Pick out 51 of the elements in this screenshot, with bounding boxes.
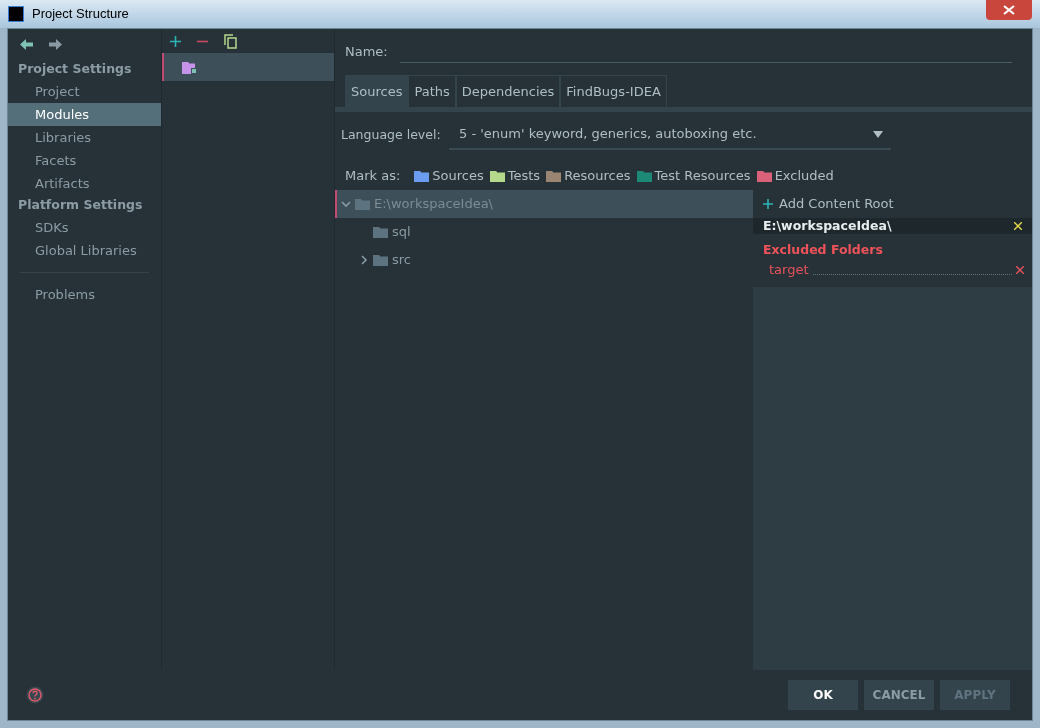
dialog-button[interactable]: OK [788,680,858,710]
language-level-dropdown[interactable]: 5 - 'enum' keyword, generics, autoboxing etc. [449,120,891,150]
tab[interactable]: Dependencies [455,75,561,107]
sidebar-item[interactable]: Artifacts [8,172,161,195]
dropdown-arrow-icon [873,130,883,138]
add-icon [763,199,773,209]
back-arrow-icon[interactable] [20,38,33,50]
folder-icon [355,198,370,210]
mark-as-button[interactable]: Test Resources [636,166,751,186]
remove-icon[interactable] [1016,265,1024,274]
mark-as-label: Mark as: [345,167,401,186]
sidebar-item[interactable]: SDKs [8,216,161,239]
tab[interactable]: FindBugs-IDEA [560,75,667,107]
mark-as-button[interactable]: Excluded [756,166,834,186]
copy-icon[interactable] [224,33,237,49]
close-icon [1003,5,1015,15]
tab[interactable]: Paths [408,75,456,107]
mark-as-button[interactable]: Sources [414,166,484,186]
sidebar-item[interactable]: Problems [8,283,161,306]
mark-as-button[interactable]: Tests [489,166,541,186]
module-item[interactable] [162,53,334,81]
sidebar-item[interactable]: Facets [8,149,161,172]
content-root-path: E:\workspaceIdea\ [763,216,893,235]
folder-icon [373,254,388,266]
close-button[interactable] [986,0,1032,20]
sidebar-item[interactable]: Project [8,80,161,103]
tree-label: E:\workspaceIdea\ [374,195,493,214]
chevron-down-icon[interactable] [341,199,351,209]
language-level-label: Language level: [341,125,441,144]
name-label: Name: [345,43,388,62]
app-icon [8,6,24,22]
tree-label: sql [392,223,411,242]
forward-arrow-icon[interactable] [49,38,62,50]
sidebar-item[interactable]: Libraries [8,126,161,149]
tree-label: src [392,251,411,270]
excluded-folder: target [769,260,809,279]
close-icon[interactable] [1014,222,1022,230]
section-header: Project Settings [17,60,133,79]
tab[interactable]: Sources [345,75,409,107]
sidebar-item[interactable]: Global Libraries [8,239,161,262]
dialog-button[interactable]: CANCEL [864,680,934,710]
help-icon[interactable] [26,686,44,704]
folder-icon [373,226,388,238]
excluded-folders-header: Excluded Folders [762,241,884,259]
section-header: Platform Settings [17,196,144,215]
mark-as-button[interactable]: Resources [546,166,631,186]
sidebar-item[interactable]: Modules [8,103,161,126]
module-folder-icon [182,60,197,74]
chevron-right-icon[interactable] [359,255,369,265]
add-icon[interactable] [170,35,181,47]
window-title: Project Structure [32,5,129,24]
